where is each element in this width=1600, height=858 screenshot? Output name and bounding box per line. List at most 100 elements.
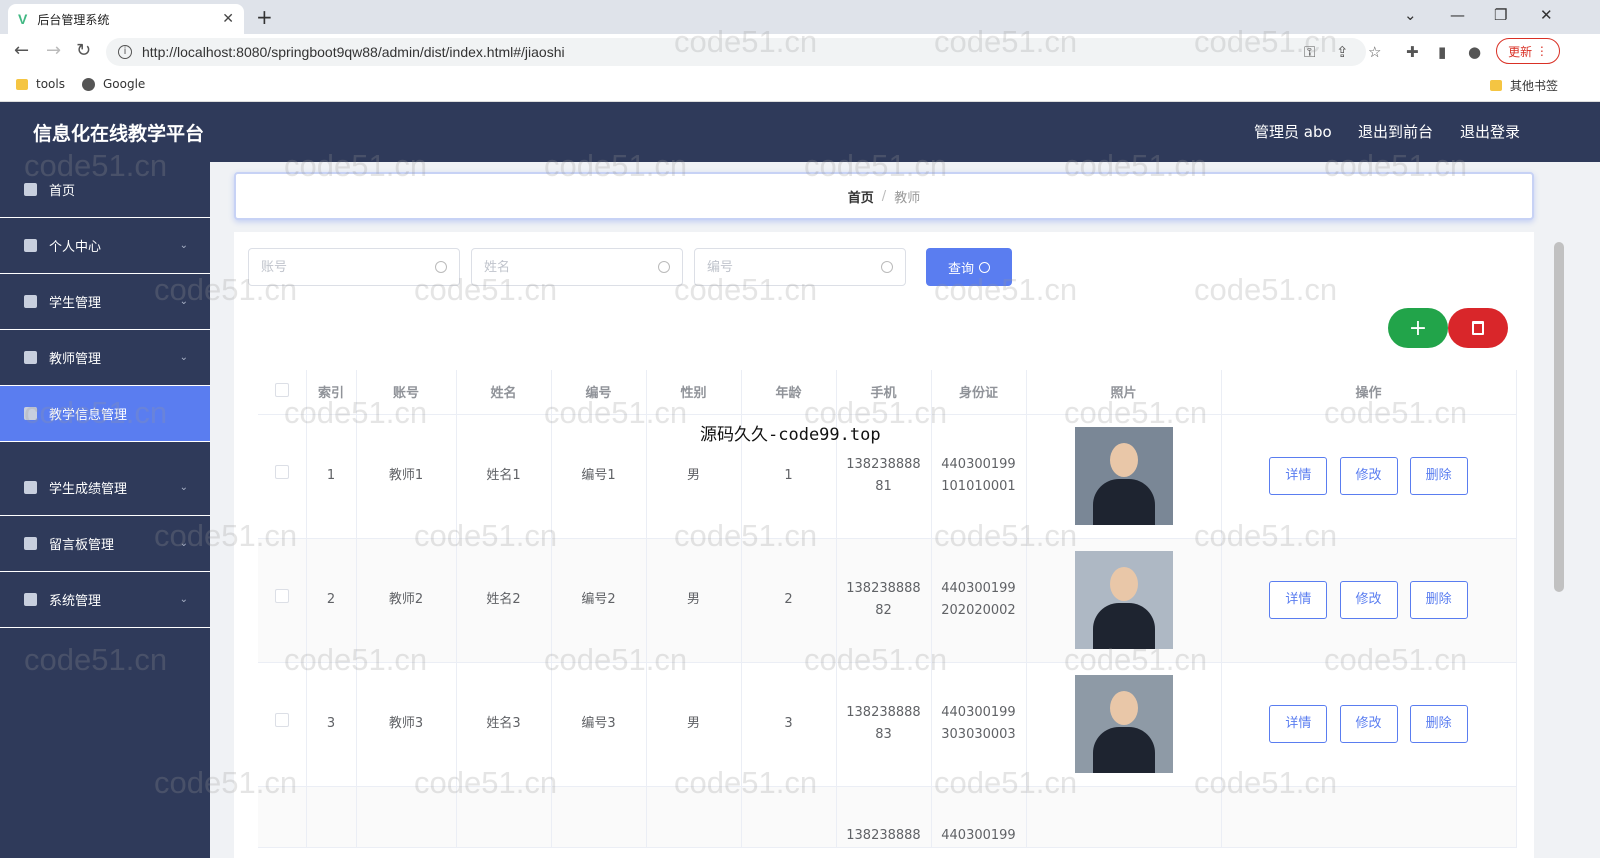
sidebar-item-grades[interactable]: 学生成绩管理 ⌄ bbox=[0, 460, 210, 516]
close-tab-icon[interactable]: ✕ bbox=[222, 11, 234, 27]
name-cell: 姓名3 bbox=[456, 662, 552, 787]
query-label: 查询 bbox=[947, 261, 974, 277]
update-button[interactable]: 更新 ⋮ bbox=[1496, 38, 1560, 64]
logout-link[interactable]: 退出登录 bbox=[1460, 121, 1520, 142]
name-cell bbox=[456, 786, 552, 848]
phone-line: 138238888 bbox=[846, 457, 921, 472]
content-card: 查询 + 索引 账号 姓名 编号 性别 年龄 手机 身份证 bbox=[234, 232, 1534, 858]
trash-icon bbox=[1472, 321, 1484, 335]
delete-button[interactable]: 删除 bbox=[1409, 457, 1468, 495]
site-info-icon[interactable]: i bbox=[118, 45, 132, 59]
new-tab-button[interactable]: + bbox=[256, 5, 273, 29]
id-line: 303030003 bbox=[941, 727, 1016, 742]
row-select-cell bbox=[258, 662, 307, 787]
number-search-input[interactable] bbox=[707, 259, 881, 275]
operation-cell: 详情 修改 删除 bbox=[1221, 662, 1517, 787]
column-header: 姓名 bbox=[456, 370, 552, 415]
photo-body bbox=[1092, 603, 1155, 649]
number-cell: 编号1 bbox=[551, 414, 647, 539]
name-search[interactable] bbox=[471, 248, 683, 286]
delete-button[interactable]: 删除 bbox=[1409, 705, 1468, 743]
account-search-input[interactable] bbox=[261, 259, 435, 275]
sidebar-item-label: 教学信息管理 bbox=[49, 408, 128, 423]
sidebar-item-messages[interactable]: 留言板管理 ⌄ bbox=[0, 516, 210, 572]
id-line: 440300199 bbox=[941, 457, 1016, 472]
row-checkbox[interactable] bbox=[274, 465, 289, 479]
name-search-input[interactable] bbox=[484, 259, 658, 275]
edit-button[interactable]: 修改 bbox=[1339, 581, 1398, 619]
bookmark-label: tools bbox=[36, 77, 65, 91]
column-header: 账号 bbox=[356, 370, 457, 415]
exit-to-front-link[interactable]: 退出到前台 bbox=[1358, 121, 1433, 142]
teacher-photo bbox=[1074, 551, 1173, 649]
search-icon bbox=[435, 261, 447, 273]
photo-head bbox=[1109, 691, 1138, 725]
overlay-watermark-text: 源码久久-code99.top bbox=[700, 425, 881, 445]
row-checkbox[interactable] bbox=[274, 589, 289, 603]
restore-button[interactable]: ❐ bbox=[1494, 6, 1507, 24]
row-checkbox[interactable] bbox=[274, 713, 289, 727]
select-all-cell bbox=[258, 370, 307, 415]
name-cell: 姓名1 bbox=[456, 414, 552, 539]
other-bookmarks[interactable]: 其他书签 bbox=[1490, 77, 1558, 94]
minimize-button[interactable]: — bbox=[1450, 6, 1465, 24]
delete-button[interactable]: 删除 bbox=[1409, 581, 1468, 619]
other-bookmarks-label: 其他书签 bbox=[1510, 79, 1559, 93]
phone-line: 138238888 bbox=[846, 705, 921, 720]
share-icon[interactable]: ⇪ bbox=[1336, 43, 1349, 61]
select-all-checkbox[interactable] bbox=[274, 382, 289, 397]
back-icon[interactable]: ← bbox=[14, 40, 29, 61]
detail-button[interactable]: 详情 bbox=[1269, 457, 1328, 495]
sidebar-item-teachers[interactable]: 教师管理 ⌄ bbox=[0, 330, 210, 386]
profile-icon[interactable]: ● bbox=[1468, 43, 1481, 61]
sidebar-item-label: 系统管理 bbox=[49, 594, 102, 609]
column-header: 操作 bbox=[1221, 370, 1517, 415]
id-line: 440300199 bbox=[941, 827, 1016, 843]
browser-tab[interactable]: V 后台管理系统 ✕ bbox=[8, 4, 244, 34]
batch-delete-button[interactable] bbox=[1448, 308, 1508, 348]
update-label: 更新 bbox=[1508, 44, 1533, 59]
sidebar-item-label: 教师管理 bbox=[49, 352, 102, 367]
id-card-cell: 440300199 202020002 bbox=[931, 538, 1027, 663]
detail-button[interactable]: 详情 bbox=[1269, 705, 1328, 743]
table-header-row: 索引 账号 姓名 编号 性别 年龄 手机 身份证 照片 操作 bbox=[258, 370, 1517, 415]
sidebar-item-teaching-info[interactable]: 教学信息管理 bbox=[0, 386, 210, 442]
number-search[interactable] bbox=[694, 248, 906, 286]
account-search[interactable] bbox=[248, 248, 460, 286]
edit-button[interactable]: 修改 bbox=[1339, 705, 1398, 743]
add-button[interactable]: + bbox=[1388, 308, 1448, 348]
teacher-table: 索引 账号 姓名 编号 性别 年龄 手机 身份证 照片 操作 1 教师1 姓名1… bbox=[258, 370, 1517, 848]
bookmark-tools[interactable]: tools bbox=[16, 77, 65, 91]
current-user: 管理员 abo bbox=[1254, 123, 1332, 141]
extensions-icon[interactable]: ✚ bbox=[1406, 43, 1419, 61]
sidebar-item-personal-center[interactable]: 个人中心 ⌄ bbox=[0, 218, 210, 274]
close-window-button[interactable]: ✕ bbox=[1540, 6, 1553, 24]
student-icon bbox=[24, 295, 37, 308]
phone-cell: 138238888 82 bbox=[836, 538, 932, 663]
bookmark-google[interactable]: Google bbox=[82, 77, 145, 91]
star-icon[interactable]: ☆ bbox=[1368, 43, 1381, 61]
forward-icon[interactable]: → bbox=[46, 40, 61, 61]
sidebar-item-system[interactable]: 系统管理 ⌄ bbox=[0, 572, 210, 628]
message-icon bbox=[24, 537, 37, 550]
breadcrumb-home[interactable]: 首页 bbox=[848, 187, 874, 206]
sidepanel-icon[interactable]: ▮ bbox=[1438, 43, 1446, 61]
column-header: 照片 bbox=[1026, 370, 1222, 415]
sidebar-item-home[interactable]: 首页 bbox=[0, 162, 210, 218]
url-input[interactable]: i http://localhost:8080/springboot9qw88/… bbox=[106, 38, 1366, 66]
tab-search-icon[interactable]: ⌄ bbox=[1404, 6, 1417, 24]
photo-body bbox=[1092, 727, 1155, 773]
scrollbar-thumb[interactable] bbox=[1554, 242, 1564, 592]
sidebar-item-students[interactable]: 学生管理 ⌄ bbox=[0, 274, 210, 330]
bookmark-label: Google bbox=[103, 77, 146, 91]
edit-button[interactable]: 修改 bbox=[1339, 457, 1398, 495]
query-button[interactable]: 查询 bbox=[926, 248, 1012, 286]
detail-button[interactable]: 详情 bbox=[1269, 581, 1328, 619]
teacher-photo bbox=[1074, 427, 1173, 525]
phone-line: 82 bbox=[875, 603, 892, 618]
reload-icon[interactable]: ↻ bbox=[76, 40, 91, 61]
number-cell: 编号2 bbox=[551, 538, 647, 663]
user-icon bbox=[24, 239, 37, 252]
key-icon[interactable]: ⚿ bbox=[1304, 43, 1315, 61]
page-scrollbar[interactable] bbox=[1552, 162, 1566, 858]
